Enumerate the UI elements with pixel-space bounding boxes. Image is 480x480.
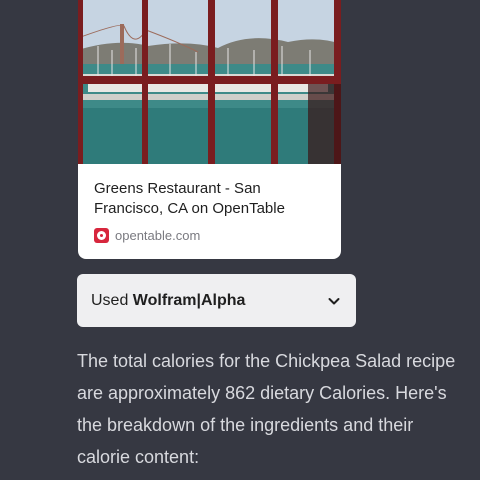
tool-name: Wolfram|Alpha <box>132 291 246 309</box>
restaurant-photo <box>78 0 341 164</box>
tool-prefix: Used <box>91 291 133 309</box>
card-source[interactable]: opentable.com <box>94 226 200 244</box>
opentable-logo-icon <box>94 227 109 243</box>
tool-usage-dropdown[interactable]: Used Wolfram|Alpha <box>77 274 356 327</box>
tool-usage-label: Used Wolfram|Alpha <box>91 292 245 310</box>
card-title[interactable]: Greens Restaurant - San Francisco, CA on… <box>94 179 326 219</box>
chevron-down-icon[interactable] <box>326 293 342 309</box>
source-domain: opentable.com <box>115 227 201 243</box>
link-preview-card[interactable]: Greens Restaurant - San Francisco, CA on… <box>78 0 341 259</box>
assistant-answer-text: The total calories for the Chickpea Sala… <box>77 351 456 467</box>
